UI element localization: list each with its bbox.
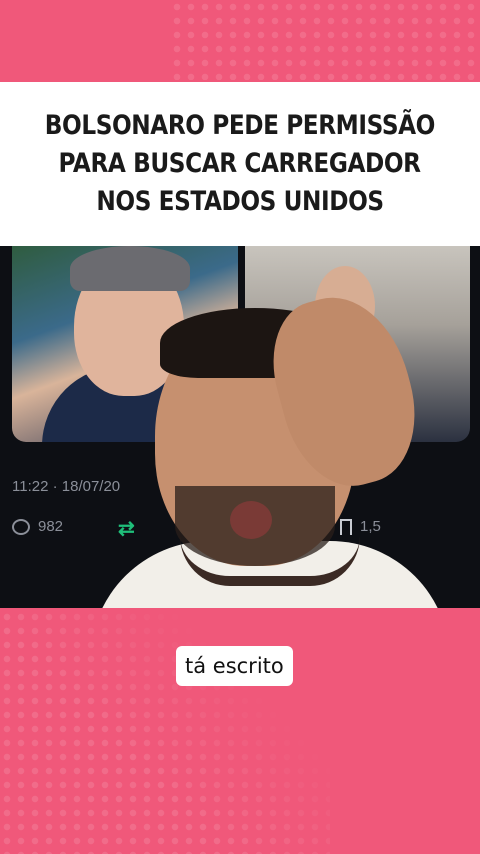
caption-subtitle: tá escrito — [176, 646, 293, 686]
headline-line-3: NOS ESTADOS UNIDOS — [96, 186, 384, 217]
reply-icon — [12, 518, 30, 535]
presenter-figure — [90, 282, 450, 608]
tweet-timestamp: 11:22 · 18/07/20 — [12, 478, 121, 495]
reply-count: 982 — [38, 518, 64, 535]
headline-line-1: BOLSONARO PEDE PERMISSÃO — [44, 110, 436, 141]
decorative-dots-top — [170, 0, 480, 80]
reply-action[interactable]: 982 — [12, 518, 63, 535]
headline-box: BOLSONARO PEDE PERMISSÃO PARA BUSCAR CAR… — [0, 82, 480, 246]
video-frame[interactable]: 11:22 · 18/07/20 982 ⇄ 1,5 — [0, 246, 480, 608]
headline-line-2: PARA BUSCAR CARREGADOR — [58, 148, 422, 179]
